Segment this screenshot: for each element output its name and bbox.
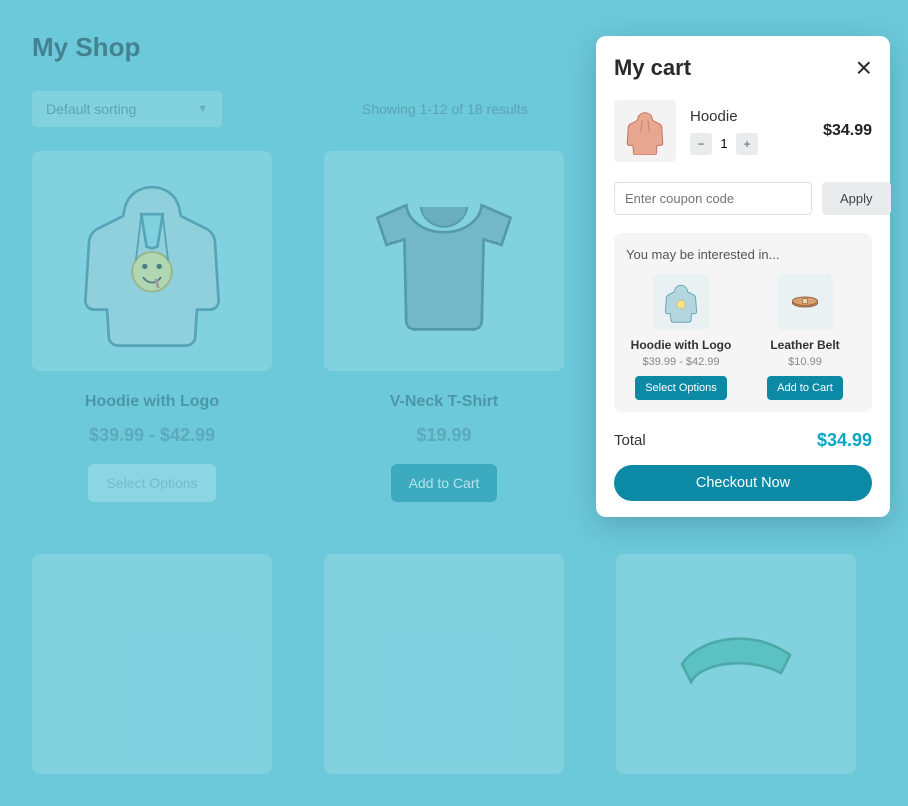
- product-name: V-Neck T-Shirt: [324, 393, 564, 411]
- sort-label: Default sorting: [46, 101, 136, 117]
- product-card: [32, 554, 272, 774]
- cart-item-price: $34.99: [823, 122, 872, 140]
- product-thumbnail[interactable]: [324, 151, 564, 371]
- product-thumbnail[interactable]: [324, 554, 564, 774]
- cart-title: My cart: [614, 55, 691, 81]
- suggestion-item: Leather Belt $10.99 Add to Cart: [750, 274, 860, 400]
- product-thumbnail[interactable]: [32, 151, 272, 371]
- cart-panel: My cart × Hoodie − + $34.99 Apply You ma…: [596, 36, 890, 517]
- suggestion-thumbnail[interactable]: [653, 274, 709, 330]
- product-card: Hoodie with Logo $39.99 - $42.99 Select …: [32, 151, 272, 502]
- hoodie-icon: [62, 171, 242, 351]
- suggestions: You may be interested in... Hoodie with …: [614, 233, 872, 412]
- product-card: V-Neck T-Shirt $19.99 Add to Cart: [324, 151, 564, 502]
- hoodie-icon: [660, 281, 702, 323]
- qty-minus-button[interactable]: −: [690, 133, 712, 155]
- coupon-input[interactable]: [614, 182, 812, 215]
- hoodie-icon: [621, 107, 669, 155]
- cart-item: Hoodie − + $34.99: [614, 100, 872, 162]
- product-thumbnail[interactable]: [32, 554, 272, 774]
- suggestion-item: Hoodie with Logo $39.99 - $42.99 Select …: [626, 274, 736, 400]
- product-thumbnail[interactable]: [616, 554, 856, 774]
- product-card: [616, 554, 856, 774]
- suggestion-thumbnail[interactable]: [777, 274, 833, 330]
- suggestion-price: $10.99: [750, 356, 860, 368]
- sort-select[interactable]: Default sorting ▼: [32, 91, 222, 127]
- chevron-down-icon: ▼: [197, 103, 208, 115]
- checkout-button[interactable]: Checkout Now: [614, 465, 872, 501]
- product-price: $39.99 - $42.99: [32, 425, 272, 446]
- suggestion-price: $39.99 - $42.99: [626, 356, 736, 368]
- add-to-cart-button[interactable]: Add to Cart: [767, 376, 843, 400]
- product-icon: [646, 574, 826, 754]
- product-name: Hoodie with Logo: [32, 393, 272, 411]
- suggestion-name: Leather Belt: [750, 338, 860, 352]
- select-options-button[interactable]: Select Options: [88, 464, 215, 502]
- suggestion-name: Hoodie with Logo: [626, 338, 736, 352]
- suggestions-title: You may be interested in...: [626, 247, 860, 262]
- select-options-button[interactable]: Select Options: [635, 376, 727, 400]
- belt-icon: [784, 281, 826, 323]
- tshirt-icon: [354, 171, 534, 351]
- qty-plus-button[interactable]: +: [736, 133, 758, 155]
- total-amount: $34.99: [817, 430, 872, 451]
- result-count: Showing 1-12 of 18 results: [362, 101, 528, 117]
- quantity-stepper: − +: [690, 133, 758, 155]
- total-label: Total: [614, 432, 646, 449]
- qty-input[interactable]: [712, 133, 736, 155]
- add-to-cart-button[interactable]: Add to Cart: [391, 464, 498, 502]
- cart-thumbnail: [614, 100, 676, 162]
- product-price: $19.99: [324, 425, 564, 446]
- product-card: [324, 554, 564, 774]
- cart-item-name: Hoodie: [690, 108, 758, 125]
- apply-coupon-button[interactable]: Apply: [822, 182, 891, 215]
- close-icon[interactable]: ×: [856, 54, 872, 82]
